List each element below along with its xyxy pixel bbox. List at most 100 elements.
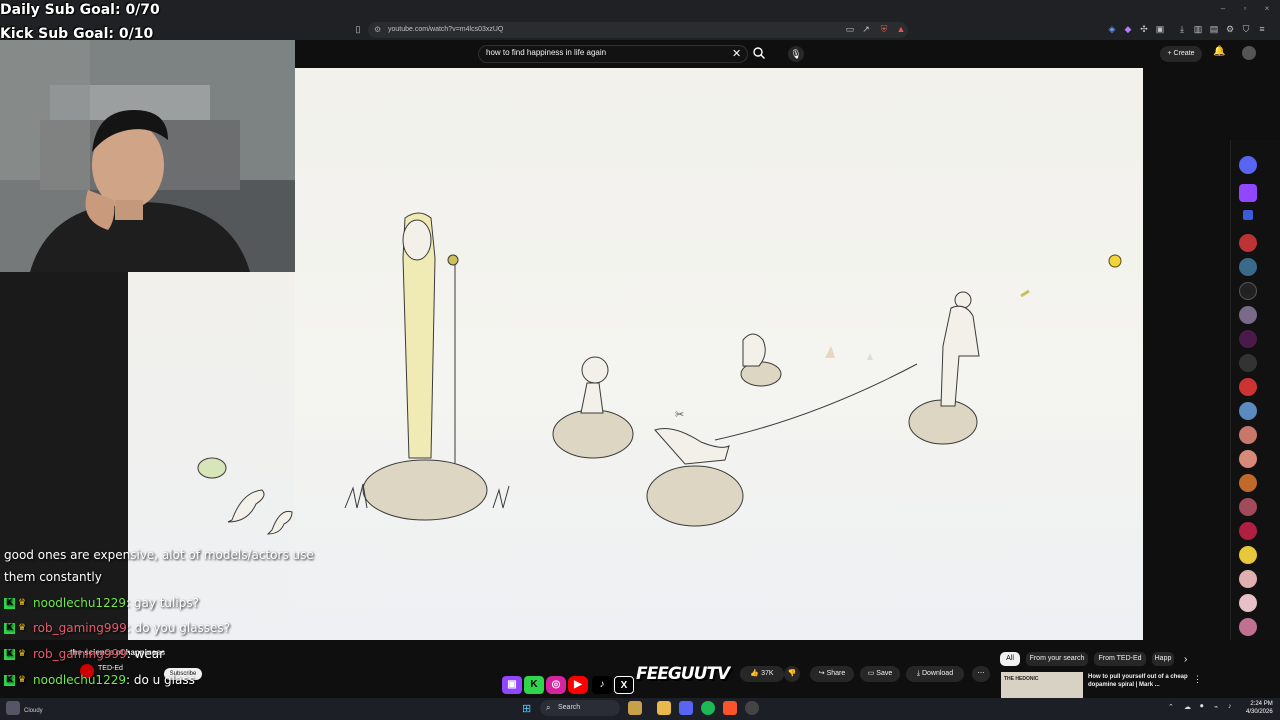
contact-avatar-4[interactable] [1239, 330, 1257, 348]
puzzle-icon[interactable]: ✣ [1138, 23, 1150, 35]
folder-icon[interactable] [1243, 210, 1253, 220]
w-icon[interactable] [1239, 282, 1257, 300]
tray-app-icon[interactable]: ☁ [1184, 703, 1191, 711]
screen-icon[interactable]: ▭ [844, 23, 856, 35]
contact-avatar-8[interactable] [1239, 450, 1257, 468]
smiley-ball [1108, 254, 1122, 268]
video-player[interactable]: ✂ [295, 68, 1143, 640]
extension-icon-2[interactable]: ◆ [1122, 23, 1134, 35]
kick-badge-icon: K [4, 598, 15, 609]
contact-avatar-10[interactable] [1239, 498, 1257, 516]
minimize-icon[interactable]: – [1216, 4, 1230, 14]
contact-avatar-1[interactable] [1239, 234, 1257, 252]
clear-search-icon[interactable]: ✕ [732, 47, 741, 60]
crown-badge-icon: ♛ [18, 623, 27, 633]
more-icon: ⋯ [977, 670, 985, 677]
mic-tray-icon[interactable]: ⏺ [1200, 703, 1204, 711]
kebab-menu-icon[interactable]: ⋮ [1193, 674, 1202, 685]
contact-avatar-2[interactable] [1239, 258, 1257, 276]
chip-from-channel[interactable]: From TED-Ed [1094, 652, 1146, 666]
contact-avatar-7[interactable] [1239, 426, 1257, 444]
bookmark-icon[interactable]: ▯ [352, 23, 364, 35]
download-icon[interactable]: ⤓ [1176, 23, 1188, 35]
tray-chevron-icon[interactable]: ⌃ [1168, 703, 1174, 711]
mic-icon[interactable]: 🎙 [788, 46, 804, 62]
spotify-icon[interactable] [701, 701, 715, 715]
taskbar-search[interactable]: Search [540, 700, 620, 716]
contact-avatar-15[interactable] [1239, 618, 1257, 636]
menu-icon[interactable]: ≡ [1256, 23, 1268, 35]
tab-icon[interactable]: ▣ [1154, 23, 1166, 35]
heart-icon[interactable] [1239, 354, 1257, 372]
site-info-icon[interactable]: ⚙ [374, 22, 381, 38]
share-page-icon[interactable]: ↗ [860, 23, 872, 35]
wallet-icon[interactable]: ▤ [1208, 23, 1220, 35]
chat-lead-line-2: them constantly [4, 570, 102, 584]
close-window-icon[interactable]: × [1260, 4, 1274, 14]
avatar[interactable] [1242, 46, 1256, 60]
share-button[interactable]: ↪ Share [810, 666, 854, 682]
download-button[interactable]: ⤓ Download [906, 666, 964, 682]
create-button[interactable]: + Create [1160, 46, 1202, 62]
contact-avatar-12[interactable] [1239, 546, 1257, 564]
more-actions-button[interactable]: ⋯ [972, 666, 990, 682]
sidebar-icon[interactable]: ▥ [1192, 23, 1204, 35]
clock[interactable]: 2:24 PM 4/30/2026 [1246, 700, 1273, 716]
chat-message: K ♛ noodlechu1229: gay tulips? [4, 596, 199, 610]
extension-icon[interactable]: ◈ [1106, 23, 1118, 35]
weather-icon[interactable] [6, 701, 20, 715]
search-icon[interactable] [752, 46, 770, 62]
contact-avatar-11[interactable] [1239, 522, 1257, 540]
obs-icon[interactable] [745, 701, 759, 715]
chat-lead-line-1: good ones are expensive, alot of models/… [4, 548, 314, 562]
chat-message: K ♛ rob_gaming999: do you glasses? [4, 621, 230, 635]
address-bar[interactable]: ⚙ youtube.com/watch?v=m4lcs03xzUQ [368, 22, 908, 38]
discord-taskbar-icon[interactable] [679, 701, 693, 715]
contact-avatar-6[interactable] [1239, 402, 1257, 420]
clock-date: 4/30/2026 [1246, 709, 1273, 715]
youtube-icon: ▶ [568, 676, 588, 694]
daily-sub-goal: Daily Sub Goal: 0/70 [0, 2, 160, 18]
chat-username: noodlechu1229 [33, 673, 126, 687]
brave-shield-icon[interactable]: ⛨ [878, 23, 890, 35]
tiktok-icon: ♪ [592, 676, 612, 694]
kick-badge-icon: K [4, 623, 15, 634]
contact-avatar-14[interactable] [1239, 594, 1257, 612]
contact-avatar-3[interactable] [1239, 306, 1257, 324]
chat-username: rob_gaming999 [33, 647, 127, 661]
save-button[interactable]: ▭ Save [860, 666, 900, 682]
dislike-button[interactable]: 👎 [784, 666, 800, 682]
chat-text: : do you glasses? [126, 621, 231, 635]
like-button[interactable]: 👍 37K [740, 666, 784, 682]
brave-browser-icon[interactable] [723, 701, 737, 715]
taskbar-app-1[interactable] [628, 701, 642, 715]
thumbs-down-icon: 👎 [787, 670, 797, 677]
chip-happ[interactable]: Happ [1152, 652, 1174, 666]
contact-avatar-9[interactable] [1239, 474, 1257, 492]
chip-from-search[interactable]: From your search [1026, 652, 1088, 666]
recommended-title[interactable]: How to pull yourself out of a cheap dopa… [1088, 673, 1198, 689]
twitch-icon: ▣ [502, 676, 522, 694]
windows-start-icon[interactable]: ⊞ [522, 702, 531, 715]
kick-icon: K [524, 676, 544, 694]
shield-icon[interactable]: ⛉ [1240, 23, 1252, 35]
volume-icon[interactable]: ♪ [1228, 703, 1232, 710]
contact-avatar-5[interactable] [1239, 378, 1257, 396]
search-query[interactable]: how to find happiness in life again [486, 48, 606, 57]
taskbar-search-icon: ⌕ [546, 703, 551, 712]
video-frame-illustration: ✂ [344, 212, 1122, 527]
weather-label[interactable]: Cloudy [24, 708, 43, 714]
rewards-icon[interactable]: ▲ [895, 23, 907, 35]
discord-icon[interactable] [1239, 156, 1257, 174]
notifications-icon[interactable]: 🔔 [1213, 46, 1225, 57]
chat-text: : gay tulips? [125, 596, 199, 610]
streamer-handle: FEEGUUTV [636, 664, 730, 684]
settings-icon[interactable]: ⚙ [1224, 23, 1236, 35]
maximize-icon[interactable]: ▫ [1238, 4, 1252, 14]
twitch-side-icon[interactable] [1239, 184, 1257, 202]
network-icon[interactable]: ⌁ [1214, 703, 1218, 711]
chip-all[interactable]: All [1000, 652, 1020, 666]
file-explorer-icon[interactable] [657, 701, 671, 715]
contact-avatar-13[interactable] [1239, 570, 1257, 588]
chevron-right-icon[interactable]: › [1184, 654, 1187, 665]
